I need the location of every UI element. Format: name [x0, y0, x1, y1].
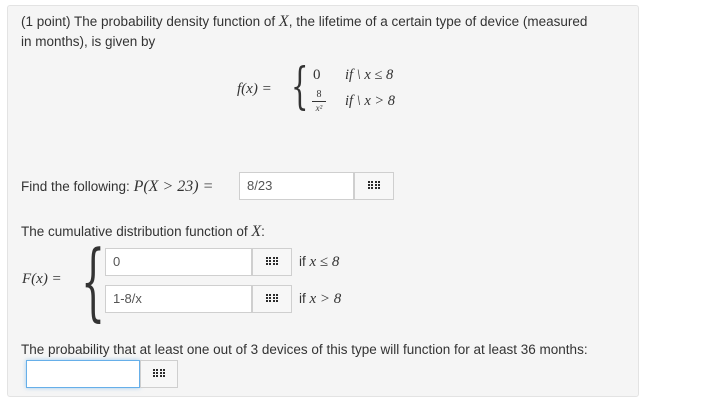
- grid-icon: [265, 293, 279, 305]
- pdf-case1-cond: if \ x ≤ 8: [345, 67, 394, 83]
- part1-answer-input[interactable]: 8/23: [239, 172, 354, 200]
- cdf-row2-preview-button[interactable]: [252, 285, 292, 313]
- pdf-case2-cond: if \ x > 8: [345, 93, 396, 109]
- cdf-lhs: F(x) =: [22, 271, 62, 287]
- cdf-row1-condition: if x ≤ 8: [299, 254, 340, 270]
- pdf-lhs: f(x) =: [237, 81, 272, 97]
- intro-line-1: (1 point) The probability density functi…: [21, 13, 587, 31]
- pdf-brace: {: [291, 57, 309, 115]
- intro-line-2: in months), is given by: [21, 34, 156, 49]
- intro-text-cont: , the lifetime of a certain type of devi…: [288, 14, 588, 29]
- part3-answer-input[interactable]: [26, 360, 140, 388]
- cdf-row1-input[interactable]: 0: [105, 248, 252, 276]
- variable-x: X: [251, 223, 262, 240]
- part1-preview-button[interactable]: [354, 172, 394, 200]
- grid-icon: [265, 256, 279, 268]
- part1-expression: P(X > 23) =: [133, 178, 214, 195]
- cdf-row2-condition: if x > 8: [299, 291, 342, 307]
- part3-preview-button[interactable]: [140, 360, 178, 388]
- problem-card: (1 point) The probability density functi…: [7, 5, 639, 397]
- grid-icon: [367, 180, 381, 192]
- cdf-row2-input[interactable]: 1-8/x: [105, 285, 252, 313]
- part1-prompt: Find the following: P(X > 23) =: [21, 178, 214, 195]
- pdf-case1-value: 0: [313, 67, 321, 83]
- cdf-brace: {: [81, 232, 106, 330]
- cdf-row1-preview-button[interactable]: [252, 248, 292, 276]
- intro-text: (1 point) The probability density functi…: [21, 14, 276, 29]
- part3-prompt: The probability that at least one out of…: [21, 342, 588, 357]
- part2-prompt: The cumulative distribution function of …: [21, 223, 265, 240]
- pdf-case2-fraction: 8 x²: [312, 90, 326, 113]
- grid-icon: [152, 368, 166, 380]
- variable-x: X: [278, 13, 289, 30]
